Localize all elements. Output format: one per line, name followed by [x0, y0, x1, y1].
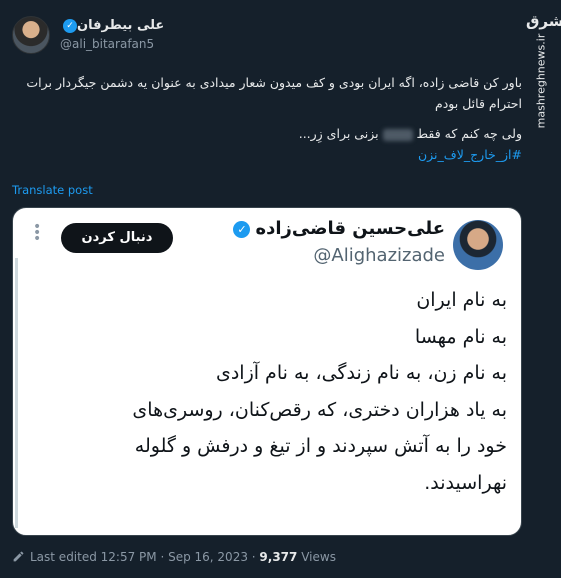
tweet-paragraph-1: باور کن قاضی زاده، اگه ایران بودی و کف م…: [26, 75, 522, 111]
quoted-author-handle: @Alighazizade: [313, 245, 445, 266]
quoted-post-text: به نام ایران به نام مهسا به نام زن، به ن…: [37, 282, 507, 501]
quoted-line: به نام مهسا: [414, 325, 507, 348]
quoted-line: نهراسیدند.: [424, 471, 507, 494]
follow-button[interactable]: دنبال کردن: [61, 223, 173, 253]
last-edited-text[interactable]: Last edited 12:57 PM · Sep 16, 2023 ·: [30, 550, 256, 564]
quoted-author-name-row: علی‌حسین قاضی‌زاده✓: [233, 218, 445, 239]
post-meta: Last edited 12:57 PM · Sep 16, 2023 · 9,…: [12, 550, 336, 564]
quoted-line: خود را به آتش سپردند و از تیغ و درفش و گ…: [134, 435, 507, 457]
views-count[interactable]: 9,377: [259, 550, 297, 564]
edit-pencil-icon[interactable]: [12, 550, 25, 563]
more-options-icon[interactable]: • • •: [33, 220, 45, 246]
watermark-strip: مشرق mashreghnews.ir: [523, 0, 561, 578]
verified-badge-icon: ✓: [63, 18, 77, 33]
author-name-row[interactable]: علی بیطرفان✓: [60, 18, 164, 33]
author-avatar[interactable]: [12, 16, 50, 54]
tweet-paragraph-2-end: بزنی برای زِر...: [298, 126, 379, 141]
author-handle[interactable]: @ali_bitarafan5: [60, 37, 154, 51]
tweet-paragraph-2: ولی چه کنم که فقط بزنی برای زِر... #از_خ…: [12, 123, 522, 165]
mashregh-logo: مشرق: [526, 12, 561, 30]
tweet-paragraph-2-start: ولی چه کنم که فقط: [416, 126, 522, 141]
quoted-author-avatar: [453, 220, 503, 270]
quoted-line: به نام ایران: [416, 289, 507, 311]
hashtag-link[interactable]: #از_خارج_لاف_نزن: [418, 147, 522, 162]
censored-word: [382, 128, 413, 141]
translate-post-link[interactable]: Translate post: [12, 183, 93, 197]
watermark-site-label: mashreghnews.ir: [534, 33, 548, 129]
quoted-post-screenshot[interactable]: • • • دنبال کردن علی‌حسین قاضی‌زاده✓ @Alig…: [12, 207, 522, 536]
scrollbar: [15, 258, 18, 528]
quoted-line: به یاد هزاران دختری، که رقص‌کنان، روسری‌…: [132, 398, 507, 421]
quoted-verified-badge-icon: ✓: [233, 220, 251, 238]
author-name[interactable]: علی بیطرفان: [77, 18, 164, 33]
tweet-author: علی بیطرفان✓ @ali_bitarafan5: [12, 16, 512, 56]
quoted-line: به نام زن، به نام زندگی، به نام آزادی: [215, 362, 507, 384]
watermark-site-text: mashreghnews.ir: [533, 33, 549, 129]
quoted-author-name: علی‌حسین قاضی‌زاده: [255, 218, 445, 239]
views-label: Views: [301, 550, 336, 564]
tweet-text: باور کن قاضی زاده، اگه ایران بودی و کف م…: [12, 72, 522, 174]
